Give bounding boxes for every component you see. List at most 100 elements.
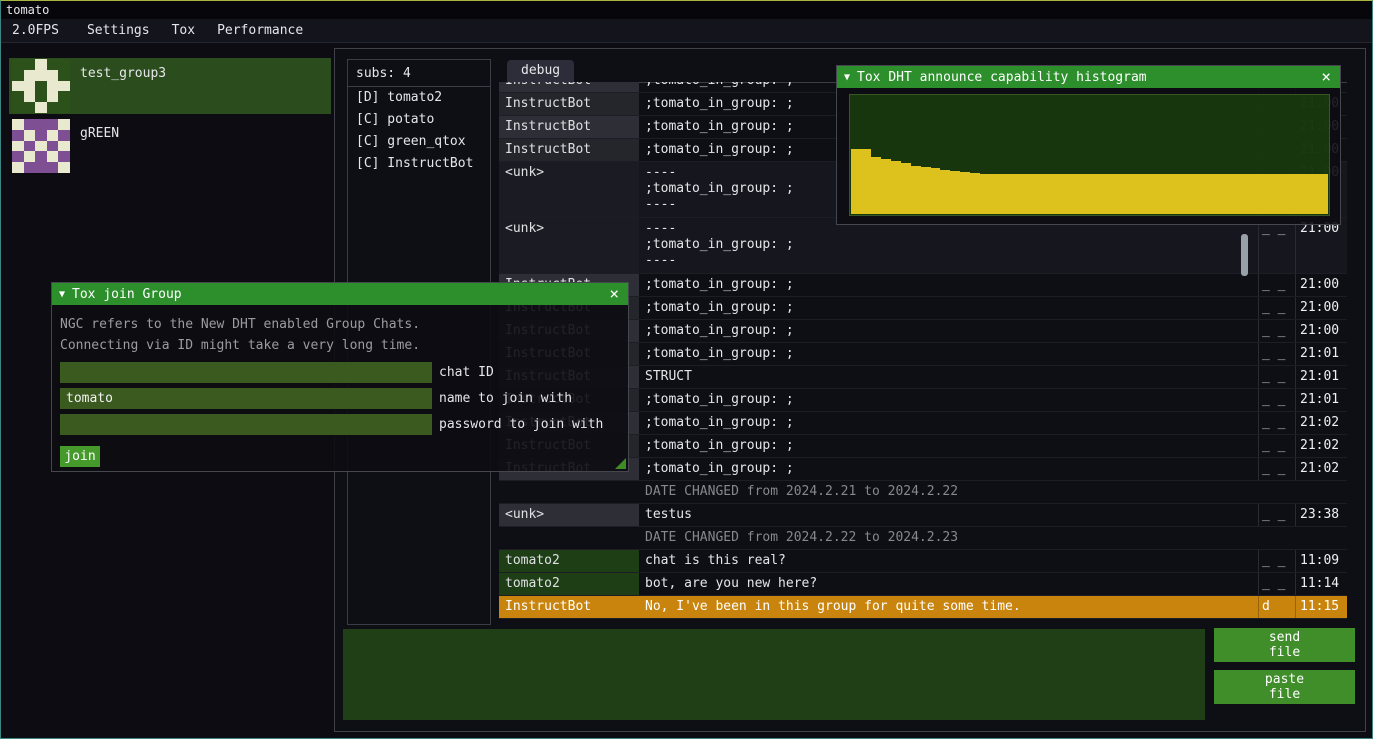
avatar-pixel bbox=[47, 151, 59, 162]
system-message: DATE CHANGED from 2024.2.22 to 2024.2.23 bbox=[645, 527, 958, 549]
close-icon[interactable]: × bbox=[607, 286, 621, 302]
member-item[interactable]: [C] InstructBot bbox=[348, 153, 490, 175]
chat-message-text: STRUCT bbox=[639, 366, 1258, 388]
collapse-arrow-icon[interactable]: ▼ bbox=[59, 289, 65, 300]
histogram-bar bbox=[1030, 174, 1040, 214]
histogram-window: ▼ Tox DHT announce capability histogram … bbox=[836, 65, 1341, 225]
histogram-plot bbox=[849, 94, 1330, 216]
join-fields: chat IDtomatoname to join withpassword t… bbox=[60, 362, 620, 435]
histogram-bar bbox=[861, 149, 871, 214]
join-field-row: chat ID bbox=[60, 362, 620, 383]
histogram-bar bbox=[1020, 174, 1030, 214]
send-file-button[interactable]: send file bbox=[1214, 628, 1355, 662]
histogram-bar bbox=[1070, 174, 1080, 214]
chat-time: 11:15 bbox=[1295, 596, 1347, 618]
join-field-row: password to join with bbox=[60, 414, 620, 435]
histogram-bar bbox=[1139, 174, 1149, 214]
avatar-pixel bbox=[47, 102, 59, 113]
histogram-bar bbox=[1239, 174, 1249, 214]
histogram-bars bbox=[851, 96, 1328, 214]
join-window-titlebar[interactable]: ▼ Tox join Group × bbox=[52, 283, 628, 305]
member-item[interactable]: [C] green_qtox bbox=[348, 131, 490, 153]
menu-settings[interactable]: Settings bbox=[76, 19, 161, 42]
chat-flags: _ _ bbox=[1258, 274, 1295, 296]
group-avatar bbox=[12, 119, 70, 173]
histogram-bar bbox=[1219, 174, 1229, 214]
histogram-bar bbox=[871, 157, 881, 214]
collapse-arrow-icon[interactable]: ▼ bbox=[844, 72, 850, 83]
chat-message-row[interactable]: <unk>---- ;tomato_in_group: ; ----_ _21:… bbox=[499, 218, 1347, 274]
chat-scrollbar[interactable] bbox=[1241, 234, 1248, 276]
histogram-bar bbox=[1040, 174, 1050, 214]
member-item[interactable]: [C] potato bbox=[348, 109, 490, 131]
chat-message-row[interactable]: <unk>testus_ _23:38 bbox=[499, 504, 1347, 527]
histogram-bar bbox=[1258, 174, 1268, 214]
members-header: subs: 4 bbox=[348, 60, 490, 87]
histogram-bar bbox=[1010, 174, 1020, 214]
resize-grip-icon[interactable] bbox=[615, 458, 626, 469]
field-label: password to join with bbox=[432, 417, 603, 432]
avatar-pixel bbox=[12, 91, 24, 102]
chat-time: 21:01 bbox=[1295, 343, 1347, 365]
chat-system-row: DATE CHANGED from 2024.2.22 to 2024.2.23 bbox=[499, 527, 1347, 550]
chat-author: <unk> bbox=[499, 218, 639, 273]
avatar-pixel bbox=[24, 130, 36, 141]
chat-time: 21:01 bbox=[1295, 366, 1347, 388]
histogram-bar bbox=[1298, 174, 1308, 214]
histogram-window-titlebar[interactable]: ▼ Tox DHT announce capability histogram … bbox=[837, 66, 1340, 88]
avatar-pixel bbox=[35, 70, 47, 81]
histogram-window-title: Tox DHT announce capability histogram bbox=[857, 70, 1319, 85]
chat-message-row[interactable]: tomato2chat is this real?_ _11:09 bbox=[499, 550, 1347, 573]
avatar-pixel bbox=[58, 102, 70, 113]
histogram-bar bbox=[931, 168, 941, 214]
chat-message-text: ;tomato_in_group: ; bbox=[639, 458, 1258, 480]
chat-author: <unk> bbox=[499, 162, 639, 217]
group-item[interactable]: test_group3 bbox=[9, 58, 331, 114]
chat-message-text: No, I've been in this group for quite so… bbox=[639, 596, 1258, 618]
group-avatar bbox=[12, 59, 70, 113]
histogram-bar bbox=[970, 173, 980, 214]
input-password-to-join-with[interactable] bbox=[60, 414, 432, 435]
histogram-bar bbox=[1000, 174, 1010, 214]
avatar-pixel bbox=[24, 59, 36, 70]
group-item[interactable]: gREEN bbox=[9, 118, 331, 174]
chat-time: 11:14 bbox=[1295, 573, 1347, 595]
avatar-pixel bbox=[35, 91, 47, 102]
input-chat-ID[interactable] bbox=[60, 362, 432, 383]
chat-flags: _ _ bbox=[1258, 389, 1295, 411]
menu-performance[interactable]: Performance bbox=[206, 19, 314, 42]
avatar-pixel bbox=[58, 91, 70, 102]
chat-message-row[interactable]: InstructBotNo, I've been in this group f… bbox=[499, 596, 1347, 619]
chat-flags: _ _ bbox=[1258, 366, 1295, 388]
avatar-pixel bbox=[58, 81, 70, 92]
avatar-pixel bbox=[12, 130, 24, 141]
avatar-pixel bbox=[12, 151, 24, 162]
histogram-bar bbox=[940, 170, 950, 214]
menu-tox[interactable]: Tox bbox=[161, 19, 206, 42]
avatar-pixel bbox=[58, 59, 70, 70]
join-button[interactable]: join bbox=[60, 446, 100, 467]
input-name-to-join-with[interactable]: tomato bbox=[60, 388, 432, 409]
histogram-bar bbox=[1308, 174, 1318, 214]
join-info-line-2: Connecting via ID might take a very long… bbox=[60, 335, 620, 356]
join-window-body: NGC refers to the New DHT enabled Group … bbox=[52, 305, 628, 467]
avatar-pixel bbox=[47, 91, 59, 102]
avatar-pixel bbox=[24, 151, 36, 162]
avatar-pixel bbox=[24, 91, 36, 102]
avatar-pixel bbox=[35, 59, 47, 70]
tab-debug[interactable]: debug bbox=[507, 60, 574, 82]
chat-message-text: ---- ;tomato_in_group: ; ---- bbox=[639, 218, 1258, 273]
close-icon[interactable]: × bbox=[1319, 69, 1333, 85]
chat-time: 23:38 bbox=[1295, 504, 1347, 526]
chat-message-row[interactable]: tomato2bot, are you new here?_ _11:14 bbox=[499, 573, 1347, 596]
paste-file-button[interactable]: paste file bbox=[1214, 670, 1355, 704]
avatar-pixel bbox=[47, 162, 59, 173]
members-list: [D] tomato2[C] potato[C] green_qtox[C] I… bbox=[348, 87, 490, 175]
histogram-bar bbox=[1169, 174, 1179, 214]
member-item[interactable]: [D] tomato2 bbox=[348, 87, 490, 109]
menu-bar: 2.0FPS Settings Tox Performance bbox=[1, 19, 1372, 43]
message-input[interactable] bbox=[343, 629, 1205, 720]
avatar-pixel bbox=[12, 59, 24, 70]
avatar-pixel bbox=[12, 141, 24, 152]
chat-flags: _ _ bbox=[1258, 412, 1295, 434]
